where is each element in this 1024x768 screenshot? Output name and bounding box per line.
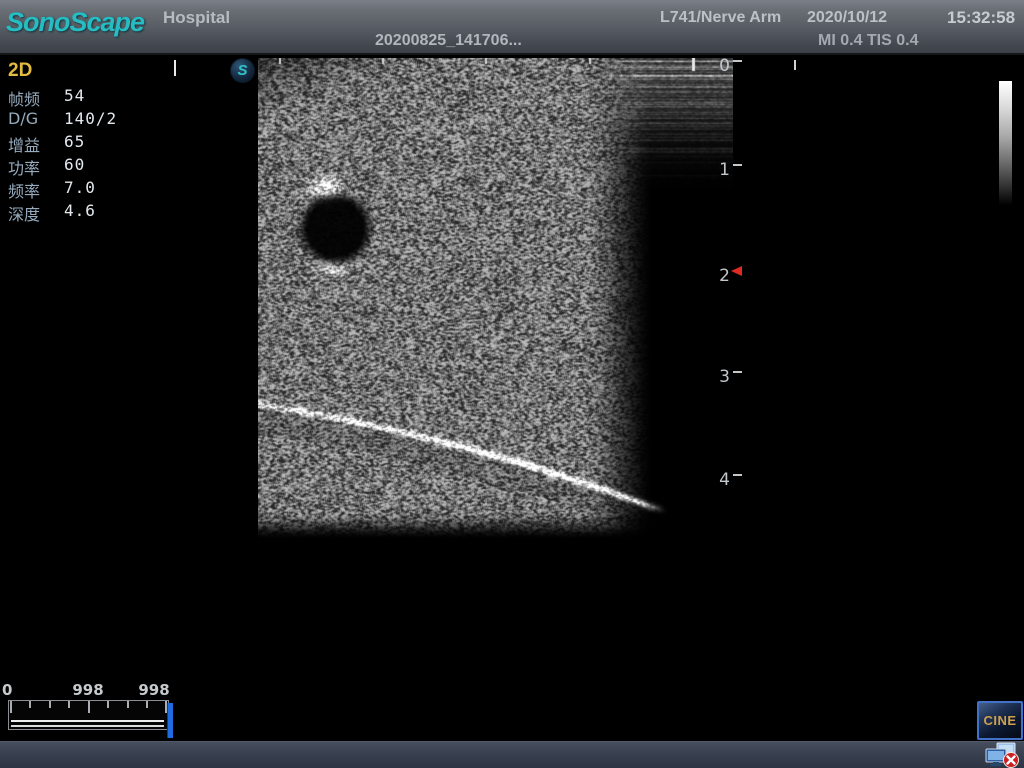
param-label: D/G — [8, 109, 38, 128]
ultrasound-image[interactable] — [258, 58, 733, 540]
cine-scrubber[interactable] — [8, 700, 169, 730]
param-value: 140/2 — [64, 109, 117, 128]
depth-label-3: 3 — [706, 367, 730, 387]
cine-tick — [88, 701, 90, 713]
cursor-mark — [174, 60, 176, 76]
hospital-name: Hospital — [163, 8, 230, 28]
exam-id: 20200825_141706... — [375, 32, 522, 50]
param-label: 频率 — [8, 178, 40, 202]
depth-label-1: 1 — [706, 160, 730, 180]
param-value: 60 — [64, 155, 85, 174]
ultrasound-screen: SonoScape Hospital 20200825_141706... L7… — [0, 0, 1024, 768]
cine-start-frame: 0 — [2, 681, 12, 699]
depth-tick — [733, 164, 742, 166]
taskbar — [0, 741, 1024, 768]
mi-tis-values: MI 0.4 TIS 0.4 — [818, 32, 918, 50]
cine-tick — [68, 701, 70, 708]
cine-position-handle[interactable] — [167, 703, 173, 738]
cine-tick — [127, 701, 129, 708]
date-display: 2020/10/12 — [807, 9, 887, 27]
cine-tick — [146, 701, 148, 708]
cine-total-frames: 998 — [134, 681, 174, 699]
param-label: 帧频 — [8, 86, 40, 110]
scale-tick — [794, 60, 796, 70]
param-value: 54 — [64, 86, 85, 105]
cine-tick — [29, 701, 31, 708]
param-value: 7.0 — [64, 178, 96, 197]
depth-tick — [733, 60, 742, 62]
grayscale-bar — [999, 81, 1012, 205]
depth-label-0: 0 — [706, 56, 730, 76]
cine-tick — [10, 701, 12, 713]
time-display: 15:32:58 — [947, 8, 1015, 28]
orientation-s-icon: S — [230, 58, 255, 83]
probe-preset: L741/Nerve Arm — [660, 9, 781, 27]
depth-label-2: 2 — [706, 266, 730, 286]
param-row-framerate: 帧频 54 — [8, 86, 208, 109]
sonoscape-logo: SonoScape — [6, 7, 144, 38]
cine-tick — [49, 701, 51, 708]
param-row-dg: D/G 140/2 — [8, 109, 208, 132]
cine-track — [11, 720, 164, 727]
depth-tick — [733, 371, 742, 373]
cine-tick — [107, 701, 109, 708]
cine-current-frame: 998 — [68, 681, 108, 699]
focus-marker-icon[interactable] — [731, 266, 742, 276]
network-disconnected-icon[interactable] — [984, 742, 1020, 768]
param-value: 65 — [64, 132, 85, 151]
param-value: 4.6 — [64, 201, 96, 220]
cine-button[interactable]: CINE — [977, 701, 1023, 740]
param-row-power: 功率 60 — [8, 155, 208, 178]
header-bar: SonoScape Hospital 20200825_141706... L7… — [0, 0, 1024, 55]
mode-label: 2D — [8, 60, 32, 82]
param-label: 功率 — [8, 155, 40, 179]
param-label: 增益 — [8, 132, 40, 156]
depth-tick — [733, 474, 742, 476]
depth-label-4: 4 — [706, 470, 730, 490]
param-label: 深度 — [8, 201, 40, 225]
param-row-gain: 增益 65 — [8, 132, 208, 155]
param-row-frequency: 频率 7.0 — [8, 178, 208, 201]
param-row-depth: 深度 4.6 — [8, 201, 208, 224]
